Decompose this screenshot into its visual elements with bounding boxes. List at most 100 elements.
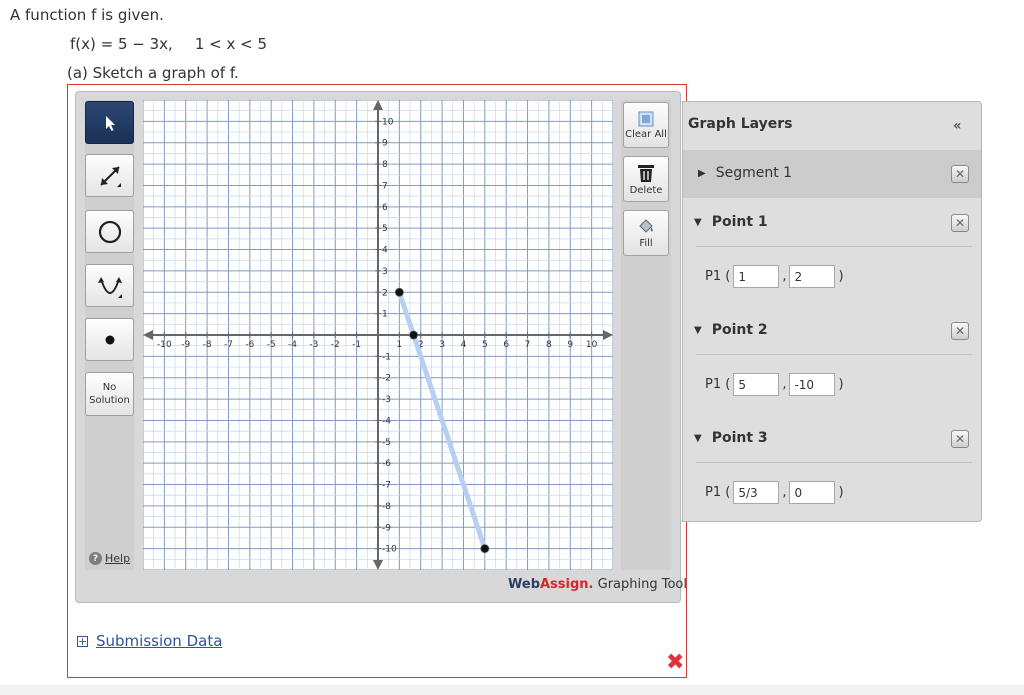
expand-plus-icon: + xyxy=(77,634,88,648)
clear-all-label: Clear All xyxy=(625,128,667,140)
delete-label: Delete xyxy=(629,184,663,196)
webassign-branding: WebAssign. Graphing Tool xyxy=(508,577,687,592)
coord-prefix: P1 ( xyxy=(705,485,731,500)
caret-right-icon: ▶ xyxy=(698,167,706,179)
x-tick-label: 4 xyxy=(461,340,467,350)
point-3-x-input[interactable] xyxy=(733,481,780,504)
y-tick-label: -8 xyxy=(382,502,391,512)
delete-point-2-button[interactable]: ✕ xyxy=(951,322,969,340)
close-icon: ✕ xyxy=(954,324,966,338)
point-3-y-input[interactable] xyxy=(789,481,836,504)
close-icon: ✕ xyxy=(954,216,966,230)
fill-label: Fill xyxy=(639,237,653,249)
paint-bucket-icon xyxy=(639,218,653,233)
point-1-y-input[interactable] xyxy=(789,265,836,288)
y-tick-label: -10 xyxy=(382,545,397,555)
y-tick-label: 2 xyxy=(382,288,388,298)
page-footer-strip xyxy=(0,685,1024,695)
y-tick-label: 3 xyxy=(382,267,388,277)
x-tick-label: 6 xyxy=(503,340,509,350)
divider xyxy=(696,354,972,355)
caret-down-icon: ▼ xyxy=(694,324,702,336)
point-2-coordinates: P1 ( , ) xyxy=(705,373,844,396)
point-1-coordinates: P1 ( , ) xyxy=(705,265,844,288)
trash-icon xyxy=(638,164,654,182)
clear-all-button[interactable]: Clear All xyxy=(623,102,669,148)
segment-1-label: Segment 1 xyxy=(715,165,793,181)
point-2-marker[interactable] xyxy=(409,330,419,340)
x-tick-label: -9 xyxy=(181,340,190,350)
point-1-x-input[interactable] xyxy=(733,265,780,288)
point-2-x-input[interactable] xyxy=(733,373,780,396)
brand-assign: Assign. xyxy=(540,577,594,592)
y-tick-label: 5 xyxy=(382,224,388,234)
fill-button[interactable]: Fill xyxy=(623,210,669,256)
submission-data-toggle[interactable]: + Submission Data xyxy=(77,632,222,650)
x-tick-label: -3 xyxy=(309,340,318,350)
graph-canvas[interactable]: -10 -9 -8 -7 -6 -5 -4 -3 -2 -1 1 2 3 4 5 6 7 8 9 10 10 9 8 7 6 5 4… xyxy=(143,100,613,570)
y-tick-label: -9 xyxy=(382,523,391,533)
x-tick-label: 1 xyxy=(396,340,402,350)
point-3-header[interactable]: ▼ Point 3 xyxy=(694,430,768,446)
y-tick-label: 7 xyxy=(382,181,388,191)
x-tick-label: 7 xyxy=(525,340,531,350)
point-3-coordinates: P1 ( , ) xyxy=(705,481,844,504)
coord-comma: , xyxy=(782,377,787,392)
y-tick-label: -7 xyxy=(382,481,391,491)
submission-data-label: Submission Data xyxy=(96,632,223,650)
divider xyxy=(696,462,972,463)
function-definition: f(x) = 5 − 3x, 1 < x < 5 xyxy=(70,35,267,53)
x-tick-label: 9 xyxy=(567,340,573,350)
line-tool-button[interactable] xyxy=(85,154,134,197)
graph-layers-title: Graph Layers xyxy=(688,116,793,132)
y-tick-label: 10 xyxy=(382,117,394,127)
y-tick-label: 8 xyxy=(382,160,388,170)
x-tick-label: -2 xyxy=(331,340,340,350)
y-tick-label: -4 xyxy=(382,416,391,426)
y-tick-label: 1 xyxy=(382,310,388,320)
point-1-header[interactable]: ▼ Point 1 xyxy=(694,214,768,230)
point-3-marker[interactable] xyxy=(480,544,490,554)
y-tick-label: -5 xyxy=(382,438,391,448)
help-link[interactable]: ? Help xyxy=(89,552,130,565)
point-tool-button[interactable] xyxy=(85,318,134,361)
delete-button[interactable]: Delete xyxy=(623,156,669,202)
y-tick-label: 6 xyxy=(382,203,388,213)
delete-point-1-button[interactable]: ✕ xyxy=(951,214,969,232)
point-2-y-input[interactable] xyxy=(789,373,836,396)
point-2-label: Point 2 xyxy=(711,322,768,338)
point-3-label: Point 3 xyxy=(711,430,768,446)
delete-segment-1-button[interactable]: ✕ xyxy=(951,165,969,183)
collapse-panel-button[interactable]: « xyxy=(953,118,962,134)
coord-comma: , xyxy=(782,269,787,284)
coord-close-paren: ) xyxy=(838,485,844,500)
caret-down-icon: ▼ xyxy=(694,432,702,444)
y-tick-label: -3 xyxy=(382,395,391,405)
no-solution-label-line2: Solution xyxy=(89,395,130,406)
close-icon: ✕ xyxy=(954,432,966,446)
delete-point-3-button[interactable]: ✕ xyxy=(951,430,969,448)
point-2-header[interactable]: ▼ Point 2 xyxy=(694,322,768,338)
no-solution-button[interactable]: No Solution xyxy=(85,372,134,416)
part-a-prompt: (a) Sketch a graph of f. xyxy=(67,64,239,82)
no-solution-label-line1: No xyxy=(102,382,117,393)
x-tick-label: 3 xyxy=(439,340,445,350)
y-tick-label: 9 xyxy=(382,139,388,149)
circle-tool-button[interactable] xyxy=(85,210,134,253)
pointer-tool-button[interactable] xyxy=(85,101,134,144)
close-icon: ✕ xyxy=(954,167,966,181)
segment-1-header[interactable]: ▶ Segment 1 xyxy=(698,165,792,181)
x-tick-label: 10 xyxy=(586,340,598,350)
divider xyxy=(696,246,972,247)
x-tick-label: -1 xyxy=(352,340,361,350)
clear-all-icon xyxy=(638,111,654,126)
y-tick-label: 4 xyxy=(382,246,388,256)
point-1-marker[interactable] xyxy=(394,287,404,297)
x-tick-label: -10 xyxy=(157,340,172,350)
parabola-tool-button[interactable] xyxy=(85,264,134,307)
y-tick-label: -6 xyxy=(382,459,391,469)
coord-close-paren: ) xyxy=(838,377,844,392)
circle-icon xyxy=(98,220,121,243)
x-tick-label: 8 xyxy=(546,340,552,350)
coord-prefix: P1 ( xyxy=(705,377,731,392)
